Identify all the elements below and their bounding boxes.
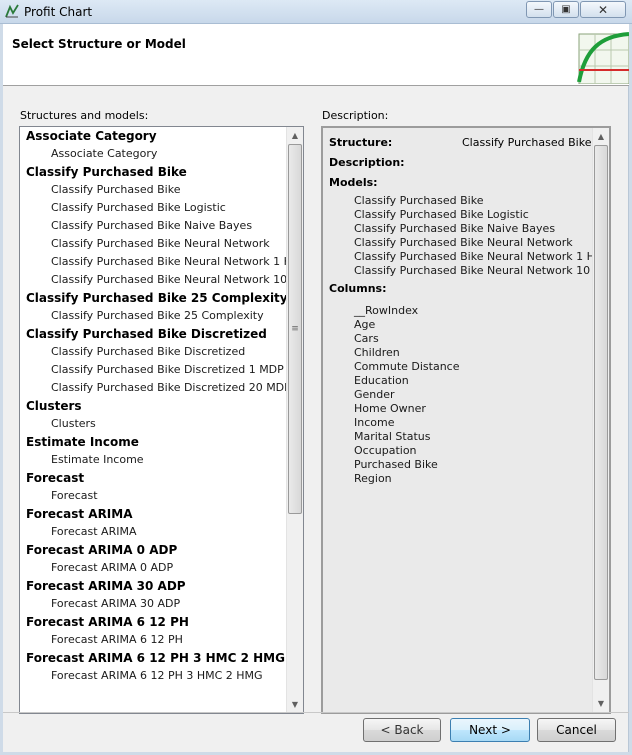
structure-heading: Structure:	[329, 136, 393, 149]
structures-label: Structures and models:	[20, 109, 149, 122]
description-column-item: Purchased Bike	[354, 458, 438, 471]
description-model-item: Classify Purchased Bike Logistic	[354, 208, 529, 221]
model-item[interactable]: Clusters	[20, 415, 286, 433]
description-scrollbar[interactable]: ▲ ▼	[592, 128, 609, 712]
model-item[interactable]: Estimate Income	[20, 451, 286, 469]
page-title: Select Structure or Model	[12, 37, 186, 51]
minimize-icon: —	[534, 4, 544, 15]
model-item[interactable]: Forecast ARIMA 6 12 PH 3 HMC 2 HMG	[20, 667, 286, 685]
structure-item[interactable]: Classify Purchased Bike	[20, 163, 286, 181]
description-column-item: __RowIndex	[354, 304, 419, 317]
description-column-item: Region	[354, 472, 392, 485]
window-title: Profit Chart	[24, 5, 93, 19]
profit-chart-icon	[5, 4, 19, 18]
model-item[interactable]: Classify Purchased Bike 25 Complexity	[20, 307, 286, 325]
description-column-item: Marital Status	[354, 430, 431, 443]
maximize-icon: ▣	[561, 4, 571, 15]
cancel-button[interactable]: Cancel	[537, 718, 616, 742]
description-column-item: Children	[354, 346, 400, 359]
title-bar: Profit Chart — ▣ ✕	[0, 0, 632, 24]
structure-item[interactable]: Estimate Income	[20, 433, 286, 451]
description-column-item: Gender	[354, 388, 395, 401]
description-column-item: Income	[354, 416, 395, 429]
footer-divider	[3, 712, 629, 713]
close-icon: ✕	[597, 2, 609, 17]
description-panel: Structure: Classify Purchased Bike Descr…	[321, 126, 611, 714]
scroll-up-icon[interactable]: ▲	[287, 127, 303, 144]
structure-item[interactable]: Classify Purchased Bike 25 Complexity	[20, 289, 286, 307]
model-item[interactable]: Classify Purchased Bike Discretized	[20, 343, 286, 361]
model-item[interactable]: Classify Purchased Bike Logistic	[20, 199, 286, 217]
model-item[interactable]: Classify Purchased Bike Naive Bayes	[20, 217, 286, 235]
structure-item[interactable]: Associate Category	[20, 127, 286, 145]
model-item[interactable]: Forecast ARIMA	[20, 523, 286, 541]
structures-list[interactable]: Associate Category Associate Category Clas…	[19, 126, 304, 714]
description-column-item: Education	[354, 374, 409, 387]
description-model-item: Classify Purchased Bike	[354, 194, 484, 207]
model-item[interactable]: Forecast ARIMA 30 ADP	[20, 595, 286, 613]
model-item[interactable]: Classify Purchased Bike	[20, 181, 286, 199]
model-item[interactable]: Forecast ARIMA 0 ADP	[20, 559, 286, 577]
model-item[interactable]: Forecast ARIMA 6 12 PH	[20, 631, 286, 649]
structure-item[interactable]: Classify Purchased Bike Discretized	[20, 325, 286, 343]
structure-item[interactable]: Forecast ARIMA	[20, 505, 286, 523]
description-model-item: Classify Purchased Bike Neural Network 1…	[354, 250, 611, 263]
description-column-item: Commute Distance	[354, 360, 460, 373]
description-model-item: Classify Purchased Bike Neural Network	[354, 236, 573, 249]
models-heading: Models:	[329, 176, 378, 189]
description-column-item: Home Owner	[354, 402, 426, 415]
structure-item[interactable]: Forecast	[20, 469, 286, 487]
scroll-down-icon[interactable]: ▼	[287, 696, 303, 713]
structures-scrollbar[interactable]: ▲ ≡ ▼	[286, 127, 303, 713]
structure-item[interactable]: Forecast ARIMA 6 12 PH 3 HMC 2 HMG	[20, 649, 286, 667]
model-item[interactable]: Classify Purchased Bike Neural Network 1…	[20, 271, 286, 289]
model-item[interactable]: Associate Category	[20, 145, 286, 163]
description-model-item: Classify Purchased Bike Naive Bayes	[354, 222, 556, 235]
scroll-thumb[interactable]: ≡	[288, 144, 302, 514]
structure-item[interactable]: Forecast ARIMA 0 ADP	[20, 541, 286, 559]
minimize-button[interactable]: —	[526, 1, 552, 18]
description-model-item: Classify Purchased Bike Neural Network 1…	[354, 264, 611, 277]
grip-icon: ≡	[291, 324, 299, 334]
maximize-button[interactable]: ▣	[553, 1, 579, 18]
model-item[interactable]: Classify Purchased Bike Neural Network	[20, 235, 286, 253]
scroll-thumb[interactable]	[594, 145, 608, 680]
model-item[interactable]: Forecast	[20, 487, 286, 505]
model-item[interactable]: Classify Purchased Bike Discretized 20 M…	[20, 379, 286, 397]
description-column-item: Occupation	[354, 444, 417, 457]
structure-item[interactable]: Clusters	[20, 397, 286, 415]
description-label: Description:	[322, 109, 389, 122]
structures-list-items: Associate Category Associate Category Clas…	[20, 127, 286, 685]
model-item[interactable]: Classify Purchased Bike Discretized 1 MD…	[20, 361, 286, 379]
columns-heading: Columns:	[329, 282, 387, 295]
dialog-client: Select Structure or Model Structures and…	[3, 24, 629, 752]
model-item[interactable]: Classify Purchased Bike Neural Network 1…	[20, 253, 286, 271]
structure-value: Classify Purchased Bike	[462, 136, 592, 149]
chart-graphic-icon	[577, 32, 629, 84]
close-button[interactable]: ✕	[580, 1, 626, 18]
back-button[interactable]: < Back	[363, 718, 441, 742]
scroll-up-icon[interactable]: ▲	[593, 128, 609, 145]
description-heading: Description:	[329, 156, 405, 169]
wizard-header: Select Structure or Model	[3, 24, 629, 86]
description-column-item: Cars	[354, 332, 379, 345]
scroll-down-icon[interactable]: ▼	[593, 695, 609, 712]
description-column-item: Age	[354, 318, 376, 331]
structure-item[interactable]: Forecast ARIMA 6 12 PH	[20, 613, 286, 631]
next-button[interactable]: Next >	[450, 718, 530, 742]
structure-item[interactable]: Forecast ARIMA 30 ADP	[20, 577, 286, 595]
